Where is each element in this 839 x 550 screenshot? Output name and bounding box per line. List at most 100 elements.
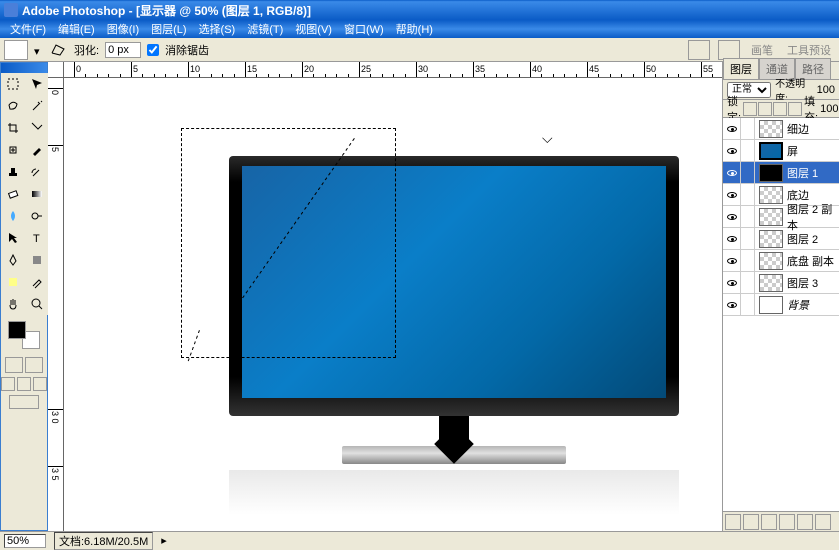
layer-visibility-toggle[interactable]: [723, 140, 741, 161]
stamp-tool[interactable]: [1, 161, 25, 183]
color-swatches[interactable]: [8, 321, 40, 349]
lasso-mode-icon[interactable]: [50, 43, 68, 57]
layer-visibility-toggle[interactable]: [723, 206, 741, 227]
quickmask-mode[interactable]: [25, 357, 43, 373]
layer-row[interactable]: 屏: [723, 140, 839, 162]
lock-transparent-icon[interactable]: [743, 102, 757, 116]
layer-thumbnail[interactable]: [759, 186, 783, 204]
screen-mode-2[interactable]: [17, 377, 31, 391]
ruler-vertical[interactable]: 053 03 5: [48, 78, 64, 531]
layer-row[interactable]: 背景: [723, 294, 839, 316]
heal-tool[interactable]: [1, 139, 25, 161]
layer-link-cell[interactable]: [741, 206, 755, 227]
layer-visibility-toggle[interactable]: [723, 118, 741, 139]
screen-mode-3[interactable]: [33, 377, 47, 391]
layer-link-cell[interactable]: [741, 140, 755, 161]
fill-value[interactable]: 100: [820, 103, 838, 115]
menu-edit[interactable]: 编辑(E): [52, 21, 101, 37]
layer-thumbnail[interactable]: [759, 230, 783, 248]
brush-tool[interactable]: [25, 139, 49, 161]
feather-input[interactable]: [105, 42, 141, 58]
layer-name[interactable]: 细边: [787, 121, 839, 137]
document-info[interactable]: 文档:6.18M/20.5M: [54, 532, 153, 550]
history-brush-tool[interactable]: [25, 161, 49, 183]
menu-file[interactable]: 文件(F): [4, 21, 52, 37]
eyedropper-tool[interactable]: [25, 271, 49, 293]
move-tool[interactable]: [25, 73, 49, 95]
delete-layer-icon[interactable]: [815, 514, 831, 530]
layer-visibility-toggle[interactable]: [723, 162, 741, 183]
notes-tool[interactable]: [1, 271, 25, 293]
blur-tool[interactable]: [1, 205, 25, 227]
wand-tool[interactable]: [25, 95, 49, 117]
layer-row[interactable]: 图层 3: [723, 272, 839, 294]
preset-label[interactable]: 工具预设: [787, 42, 831, 58]
screen-mode-1[interactable]: [1, 377, 15, 391]
layer-link-cell[interactable]: [741, 162, 755, 183]
layer-style-icon[interactable]: [725, 514, 741, 530]
new-layer-icon[interactable]: [797, 514, 813, 530]
gradient-tool[interactable]: [25, 183, 49, 205]
eraser-tool[interactable]: [1, 183, 25, 205]
menu-window[interactable]: 窗口(W): [338, 21, 390, 37]
layer-name[interactable]: 图层 1: [787, 165, 839, 181]
options-btn-1[interactable]: [688, 40, 710, 60]
layer-name[interactable]: 图层 2 副本: [787, 201, 839, 233]
layer-visibility-toggle[interactable]: [723, 228, 741, 249]
layer-name[interactable]: 背景: [787, 297, 839, 313]
adjustment-layer-icon[interactable]: [779, 514, 795, 530]
layer-link-cell[interactable]: [741, 272, 755, 293]
options-btn-2[interactable]: [718, 40, 740, 60]
standard-mode[interactable]: [5, 357, 23, 373]
pen-tool[interactable]: [1, 249, 25, 271]
layer-visibility-toggle[interactable]: [723, 272, 741, 293]
layer-thumbnail[interactable]: [759, 120, 783, 138]
lock-position-icon[interactable]: [773, 102, 787, 116]
chevron-down-icon[interactable]: ▾: [34, 45, 44, 55]
layer-thumbnail[interactable]: [759, 296, 783, 314]
lock-pixels-icon[interactable]: [758, 102, 772, 116]
menu-help[interactable]: 帮助(H): [390, 21, 439, 37]
layer-link-cell[interactable]: [741, 228, 755, 249]
new-set-icon[interactable]: [761, 514, 777, 530]
toolbox-header[interactable]: [1, 63, 47, 73]
layer-thumbnail[interactable]: [759, 208, 783, 226]
menu-image[interactable]: 图像(I): [101, 21, 145, 37]
antialias-checkbox[interactable]: [147, 44, 159, 56]
type-tool[interactable]: T: [25, 227, 49, 249]
layer-row[interactable]: 图层 2 副本: [723, 206, 839, 228]
layer-list[interactable]: 细边 屏 图层 1 底边 图层 2 副本 图层 2 底盘 副本 图层 3 背景: [723, 118, 839, 511]
marquee-tool[interactable]: [1, 73, 25, 95]
layer-name[interactable]: 图层 3: [787, 275, 839, 291]
shape-tool[interactable]: [25, 249, 49, 271]
crop-tool[interactable]: [1, 117, 25, 139]
chevron-right-icon[interactable]: ▸: [161, 534, 171, 547]
ruler-origin[interactable]: [48, 62, 64, 78]
path-select-tool[interactable]: [1, 227, 25, 249]
zoom-level[interactable]: 50%: [4, 534, 46, 548]
layer-row[interactable]: 图层 1: [723, 162, 839, 184]
layer-visibility-toggle[interactable]: [723, 250, 741, 271]
jump-to-imageready[interactable]: [9, 395, 39, 409]
layer-name[interactable]: 底盘 副本: [787, 253, 839, 269]
tool-preset-picker[interactable]: [4, 40, 28, 60]
layer-link-cell[interactable]: [741, 184, 755, 205]
foreground-color[interactable]: [8, 321, 26, 339]
layer-thumbnail[interactable]: [759, 252, 783, 270]
lasso-tool[interactable]: [1, 95, 25, 117]
layer-mask-icon[interactable]: [743, 514, 759, 530]
menu-view[interactable]: 视图(V): [289, 21, 338, 37]
layer-link-cell[interactable]: [741, 118, 755, 139]
tab-layers[interactable]: 图层: [723, 58, 759, 79]
layer-visibility-toggle[interactable]: [723, 294, 741, 315]
layer-name[interactable]: 图层 2: [787, 231, 839, 247]
slice-tool[interactable]: [25, 117, 49, 139]
hand-tool[interactable]: [1, 293, 25, 315]
layer-link-cell[interactable]: [741, 250, 755, 271]
document-canvas[interactable]: ⌵: [64, 78, 722, 531]
opacity-value[interactable]: 100: [817, 84, 835, 96]
layer-thumbnail[interactable]: [759, 142, 783, 160]
layer-name[interactable]: 屏: [787, 143, 839, 159]
layer-visibility-toggle[interactable]: [723, 184, 741, 205]
zoom-tool[interactable]: [25, 293, 49, 315]
